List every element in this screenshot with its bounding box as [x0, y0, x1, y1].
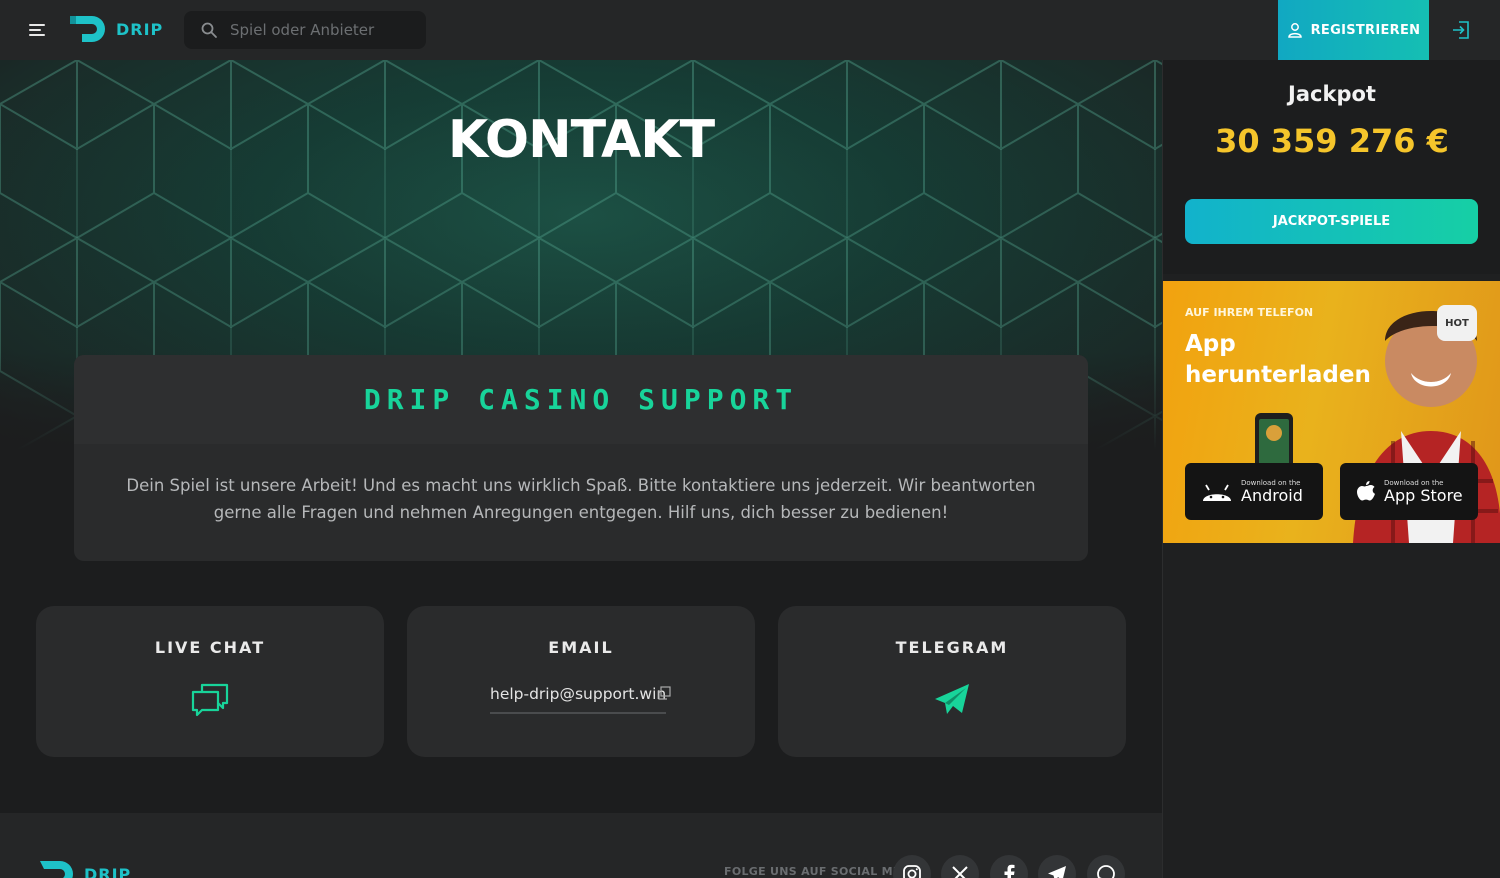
telegram-title: TELEGRAM	[895, 638, 1009, 657]
copy-icon[interactable]	[657, 686, 671, 700]
ios-big-text: App Store	[1384, 485, 1463, 505]
instagram-icon[interactable]	[893, 855, 931, 878]
hot-badge: HOT	[1437, 305, 1477, 341]
live-chat-title: LIVE CHAT	[154, 638, 266, 657]
right-sidebar: Jackpot 30 359 276 € JACKPOT-SPIELE AUF …	[1162, 60, 1500, 878]
email-address-link[interactable]: help-drip@support.win	[490, 685, 667, 714]
telegram-card[interactable]: TELEGRAM	[778, 606, 1126, 757]
page-title: KONTAKT	[447, 110, 715, 170]
search-icon	[201, 22, 217, 38]
app-title: App herunterladen	[1185, 331, 1371, 388]
footer: DRIP FOLGE UNS AUF SOCIAL MEDIA	[0, 813, 1162, 878]
user-icon	[1287, 23, 1302, 38]
contact-cards: LIVE CHAT EMAIL help-drip@support.win TE…	[36, 606, 1126, 757]
footer-logo-text: DRIP	[84, 864, 132, 878]
live-chat-card[interactable]: LIVE CHAT	[36, 606, 384, 757]
app-kicker: AUF IHREM TELEFON	[1185, 306, 1314, 319]
drip-logo-mark-icon	[70, 16, 105, 42]
search-input[interactable]	[230, 21, 420, 39]
email-card[interactable]: EMAIL help-drip@support.win	[407, 606, 755, 757]
logo-text: DRIP	[116, 19, 164, 39]
app-store-download-button[interactable]: Download on the App Store	[1340, 463, 1478, 520]
x-icon[interactable]	[941, 855, 979, 878]
register-button[interactable]: REGISTRIEREN	[1278, 0, 1429, 60]
register-label: REGISTRIEREN	[1310, 22, 1421, 38]
login-button[interactable]	[1442, 16, 1480, 44]
email-title: EMAIL	[548, 638, 614, 657]
support-heading: DRIP CASINO SUPPORT	[74, 355, 1088, 444]
app-download-banner[interactable]: AUF IHREM TELEFON App herunterladen HOT …	[1163, 281, 1500, 543]
whatsapp-icon[interactable]	[1087, 855, 1125, 878]
chat-bubbles-icon	[191, 683, 229, 717]
top-bar: DRIP REGISTRIEREN	[0, 0, 1500, 60]
jackpot-panel: Jackpot 30 359 276 € JACKPOT-SPIELE	[1163, 60, 1500, 274]
drip-logo-mark-icon	[40, 861, 73, 878]
main-content: KONTAKT DRIP CASINO SUPPORT Dein Spiel i…	[0, 60, 1162, 878]
jackpot-title: Jackpot	[1288, 82, 1376, 106]
android-download-button[interactable]: Download on the Android	[1185, 463, 1323, 520]
drip-logo[interactable]: DRIP	[68, 12, 163, 46]
support-text: Dein Spiel ist unsere Arbeit! Und es mac…	[126, 476, 1036, 522]
hamburger-menu-icon[interactable]	[29, 20, 49, 40]
facebook-icon[interactable]	[990, 855, 1028, 878]
jackpot-amount: 30 359 276 €	[1215, 122, 1449, 160]
jackpot-games-button[interactable]: JACKPOT-SPIELE	[1185, 199, 1478, 244]
telegram-plane-icon	[935, 684, 969, 714]
login-icon	[1453, 21, 1469, 39]
apple-icon	[1357, 480, 1375, 500]
android-icon	[1203, 484, 1231, 501]
search-box[interactable]	[184, 11, 426, 49]
android-big-text: Android	[1241, 485, 1303, 505]
telegram-icon[interactable]	[1038, 855, 1076, 878]
support-panel: DRIP CASINO SUPPORT Dein Spiel ist unser…	[74, 355, 1088, 561]
footer-logo[interactable]: DRIP	[36, 857, 131, 878]
